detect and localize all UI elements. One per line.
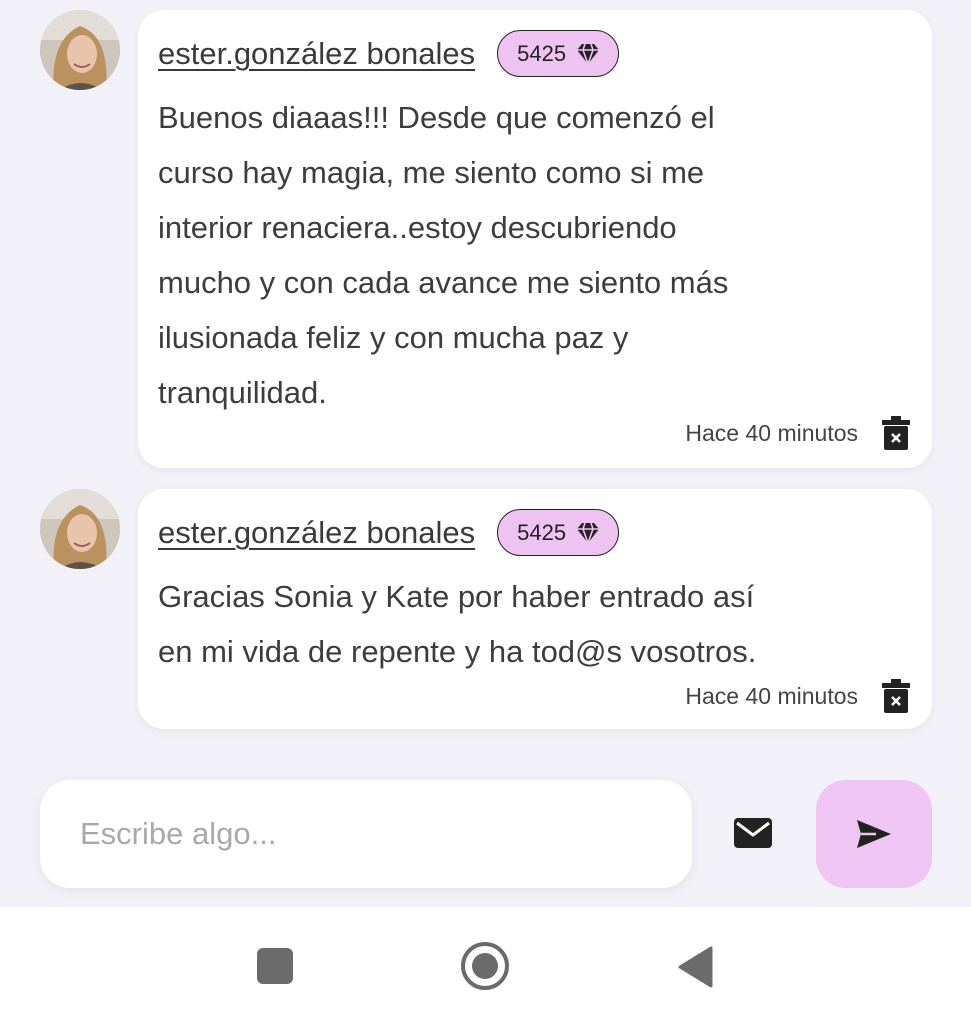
username-link[interactable]: ester.gonzález bonales bbox=[158, 36, 475, 72]
timestamp: Hace 40 minutos bbox=[685, 682, 858, 709]
delete-icon[interactable] bbox=[882, 416, 910, 450]
message-composer bbox=[40, 780, 932, 888]
send-arrow-icon bbox=[856, 819, 892, 849]
message-bubble: ester.gonzález bonales 5425 Buenos diaaa… bbox=[138, 10, 932, 468]
delete-icon[interactable] bbox=[882, 679, 910, 713]
message-footer: Hace 40 minutos bbox=[685, 416, 910, 450]
message-header: ester.gonzález bonales 5425 bbox=[158, 509, 620, 556]
points-value: 5425 bbox=[517, 519, 567, 545]
avatar[interactable] bbox=[40, 10, 120, 90]
envelope-icon[interactable] bbox=[734, 818, 772, 848]
message-text: Gracias Sonia y Kate por haber entrado a… bbox=[158, 579, 757, 669]
send-button[interactable] bbox=[816, 780, 932, 888]
message-bubble: ester.gonzález bonales 5425 Gracias Soni… bbox=[138, 489, 932, 729]
message-footer: Hace 40 minutos bbox=[685, 679, 910, 713]
timestamp: Hace 40 minutos bbox=[685, 419, 858, 446]
points-badge: 5425 bbox=[497, 509, 620, 556]
points-value: 5425 bbox=[517, 40, 567, 66]
square-icon[interactable] bbox=[257, 948, 293, 984]
avatar[interactable] bbox=[40, 489, 120, 569]
system-nav-bar bbox=[0, 907, 971, 1024]
chat-page: ester.gonzález bonales 5425 Buenos diaaa… bbox=[0, 0, 971, 1024]
diamond-icon bbox=[576, 43, 600, 65]
message-input-box bbox=[40, 780, 692, 888]
message-input[interactable] bbox=[80, 810, 660, 858]
triangle-back-icon[interactable] bbox=[677, 946, 713, 988]
points-badge: 5425 bbox=[497, 30, 620, 77]
username-link[interactable]: ester.gonzález bonales bbox=[158, 515, 475, 551]
message-header: ester.gonzález bonales 5425 bbox=[158, 30, 620, 77]
circle-home-icon[interactable] bbox=[460, 941, 510, 991]
diamond-icon bbox=[576, 522, 600, 544]
message-text: Buenos diaaas!!! Desde que comenzó el cu… bbox=[158, 100, 729, 410]
